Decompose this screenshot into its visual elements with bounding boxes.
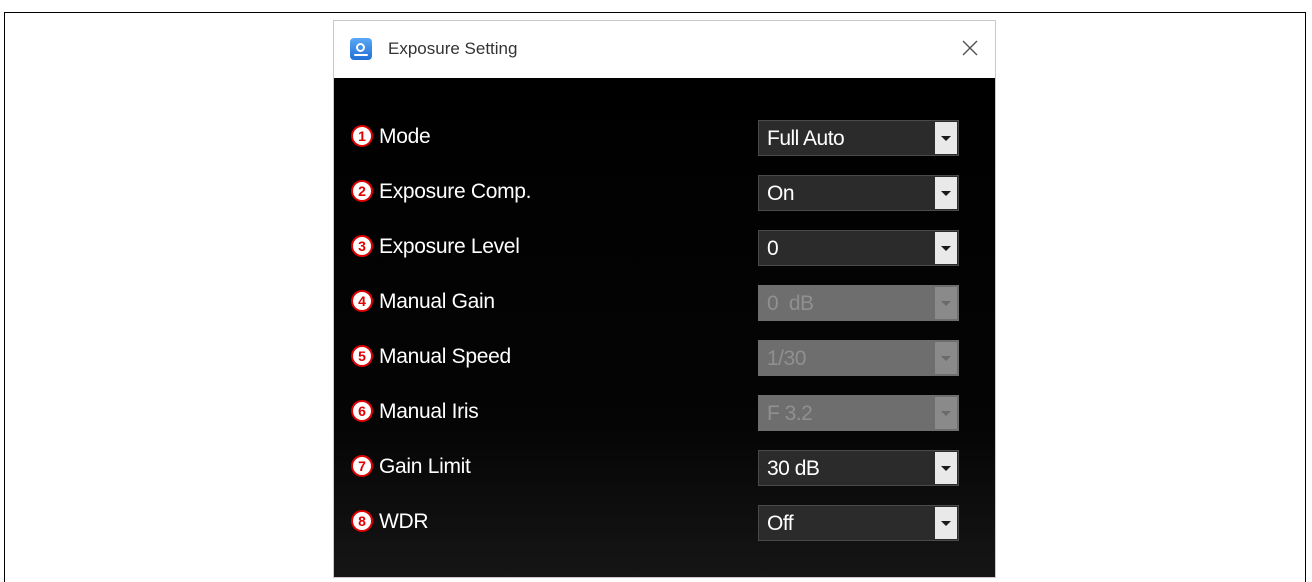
dropdown-value: 0 dB bbox=[767, 292, 814, 315]
wdr-dropdown[interactable]: Off bbox=[758, 505, 959, 541]
dropdown-value: 0 bbox=[767, 237, 779, 260]
setting-row-manual-gain: 4 Manual Gain 0 dB bbox=[334, 283, 995, 325]
number-badge: 3 bbox=[351, 235, 373, 257]
manual-speed-dropdown: 1/30 bbox=[758, 340, 959, 376]
close-icon bbox=[962, 40, 978, 56]
setting-label: Manual Speed bbox=[379, 345, 511, 368]
dropdown-value: F 3.2 bbox=[767, 402, 813, 425]
manual-gain-dropdown: 0 dB bbox=[758, 285, 959, 321]
settings-panel: 1 Mode Full Auto 2 Exposure Comp. On 3 E… bbox=[334, 78, 995, 577]
dropdown-value: 1/30 bbox=[767, 347, 806, 370]
setting-row-manual-speed: 5 Manual Speed 1/30 bbox=[334, 338, 995, 380]
dropdown-value: Off bbox=[767, 512, 794, 535]
setting-label: Exposure Level bbox=[379, 235, 520, 258]
chevron-down-icon bbox=[935, 507, 957, 539]
gain-limit-dropdown[interactable]: 30 dB bbox=[758, 450, 959, 486]
setting-row-gain-limit: 7 Gain Limit 30 dB bbox=[334, 448, 995, 490]
dropdown-value: 30 dB bbox=[767, 457, 820, 480]
close-button[interactable] bbox=[955, 33, 985, 63]
setting-row-manual-iris: 6 Manual Iris F 3.2 bbox=[334, 393, 995, 435]
number-badge: 1 bbox=[351, 125, 373, 147]
setting-label: Mode bbox=[379, 125, 431, 148]
number-badge: 4 bbox=[351, 290, 373, 312]
setting-label: Exposure Comp. bbox=[379, 180, 532, 203]
setting-row-exposure-comp: 2 Exposure Comp. On bbox=[334, 173, 995, 215]
number-badge: 6 bbox=[351, 400, 373, 422]
setting-label: WDR bbox=[379, 510, 429, 533]
number-badge: 2 bbox=[351, 180, 373, 202]
mode-dropdown[interactable]: Full Auto bbox=[758, 120, 959, 156]
manual-iris-dropdown: F 3.2 bbox=[758, 395, 959, 431]
chevron-down-icon bbox=[935, 452, 957, 484]
setting-row-mode: 1 Mode Full Auto bbox=[334, 118, 995, 160]
dropdown-value: On bbox=[767, 182, 795, 205]
chevron-down-icon bbox=[935, 287, 957, 319]
camera-app-icon bbox=[350, 38, 372, 60]
chevron-down-icon bbox=[935, 122, 957, 154]
chevron-down-icon bbox=[935, 342, 957, 374]
setting-row-exposure-level: 3 Exposure Level 0 bbox=[334, 228, 995, 270]
number-badge: 5 bbox=[351, 345, 373, 367]
chevron-down-icon bbox=[935, 232, 957, 264]
setting-row-wdr: 8 WDR Off bbox=[334, 503, 995, 545]
chevron-down-icon bbox=[935, 397, 957, 429]
chevron-down-icon bbox=[935, 177, 957, 209]
exposure-comp-dropdown[interactable]: On bbox=[758, 175, 959, 211]
exposure-level-dropdown[interactable]: 0 bbox=[758, 230, 959, 266]
dialog-title: Exposure Setting bbox=[388, 39, 518, 58]
dialog-titlebar: Exposure Setting bbox=[334, 21, 995, 78]
exposure-setting-dialog: Exposure Setting 1 Mode Full Auto 2 Expo… bbox=[333, 20, 996, 578]
dropdown-value: Full Auto bbox=[767, 127, 845, 150]
setting-label: Manual Gain bbox=[379, 290, 495, 313]
setting-label: Gain Limit bbox=[379, 455, 471, 478]
setting-label: Manual Iris bbox=[379, 400, 479, 423]
number-badge: 7 bbox=[351, 455, 373, 477]
number-badge: 8 bbox=[351, 510, 373, 532]
